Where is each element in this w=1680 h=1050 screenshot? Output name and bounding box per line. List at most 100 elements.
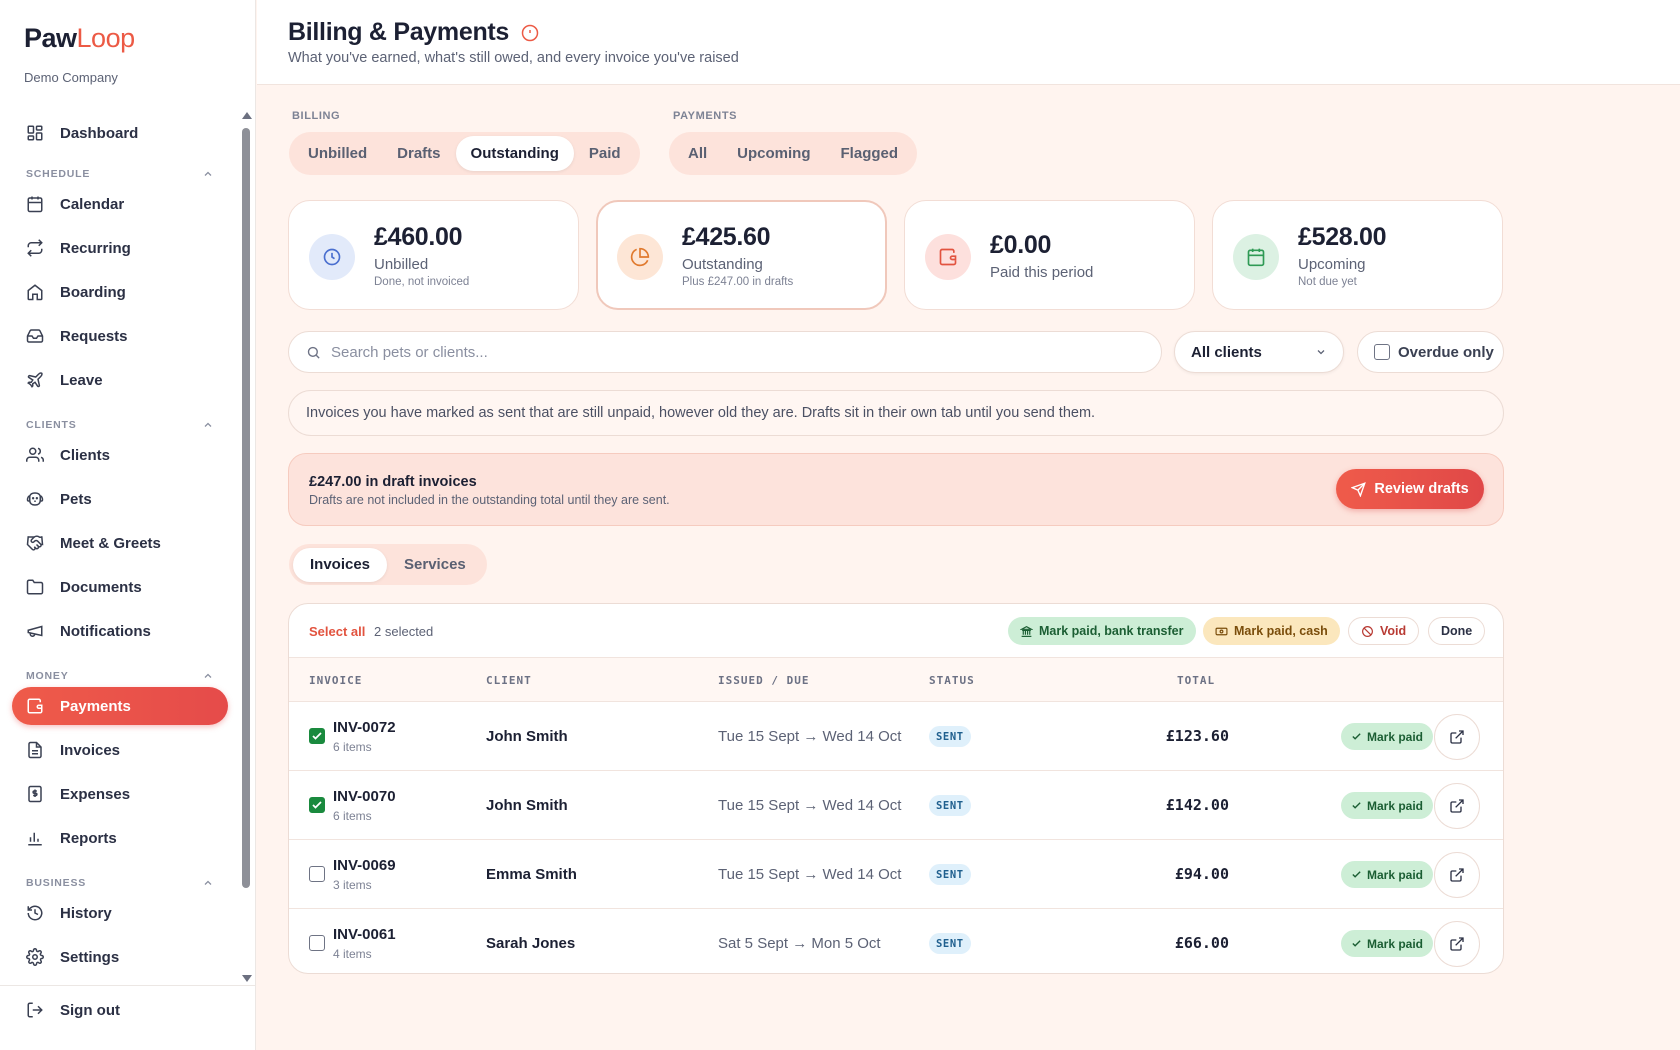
repeat-icon [27,239,43,257]
card-upcoming[interactable]: £528.00 Upcoming Not due yet [1212,200,1503,310]
nav-item-requests[interactable]: Requests [12,317,228,355]
review-drafts-button[interactable]: Review drafts [1336,469,1484,509]
invoice-items: 4 items [333,947,372,961]
brand-logo[interactable]: Paw Loop [24,22,135,54]
sidebar-scrollbar[interactable] [242,112,252,982]
open-invoice-button[interactable] [1434,852,1480,898]
receipt-dollar-icon [28,785,42,803]
search-input[interactable] [331,343,1131,361]
nav-item-settings-label: Settings [60,948,120,966]
info-icon[interactable] [521,24,539,42]
scrollbar-thumb[interactable] [242,128,250,888]
nav-item-documents[interactable]: Documents [12,568,228,606]
invoice-total: £66.00 [1174,934,1229,952]
nav-item-recurring[interactable]: Recurring [12,229,228,267]
mark-paid-cash-button[interactable]: Mark paid, cash [1203,617,1340,645]
table-row[interactable]: INV-0070 6 items John Smith Tue 15 Sept … [289,771,1503,840]
nav-item-expenses[interactable]: Expenses [12,775,228,813]
table-row[interactable]: INV-0072 6 items John Smith Tue 15 Sept … [289,702,1503,771]
invoice-items: 3 items [333,878,372,892]
open-invoice-button[interactable] [1434,714,1480,760]
issued-due-dates: Tue 15 Sept → Wed 14 Oct [718,866,902,883]
issued-due-dates: Sat 5 Sept → Mon 5 Oct [718,935,881,952]
tab-flagged[interactable]: Flagged [826,136,914,171]
scroll-down-arrow[interactable] [242,975,252,982]
gear-icon [26,948,44,966]
invoice-number[interactable]: INV-0072 [333,719,396,736]
mark-paid-button[interactable]: Mark paid [1341,861,1434,888]
brand-name-accent: Loop [76,22,136,53]
client-filter-select[interactable]: All clients [1174,331,1344,373]
open-invoice-button[interactable] [1434,921,1480,967]
section-business[interactable]: BUSINESS [26,877,214,889]
invoice-number[interactable]: INV-0069 [333,857,396,874]
nav-item-payments[interactable]: Payments [12,687,228,725]
bar-chart-icon [28,832,42,846]
row-checkbox[interactable] [309,935,325,951]
nav-item-settings[interactable]: Settings [12,938,228,976]
nav-item-reports[interactable]: Reports [12,819,228,857]
card-outstanding-sub: Plus £247.00 in drafts [682,276,794,288]
column-header-total[interactable]: TOTAL [1177,674,1215,687]
table-row[interactable]: INV-0061 4 items Sarah Jones Sat 5 Sept … [289,909,1503,973]
tab-invoices[interactable]: Invoices [293,547,388,582]
client-name[interactable]: John Smith [486,797,568,814]
nav-item-calendar[interactable]: Calendar [12,185,228,223]
row-checkbox[interactable] [309,797,325,813]
nav-item-boarding[interactable]: Boarding [12,273,228,311]
void-button[interactable]: Void [1348,617,1420,645]
status-badge: SENT [929,864,971,885]
nav-item-notifications[interactable]: Notifications [12,612,228,650]
external-link-icon [1450,730,1464,744]
row-checkbox[interactable] [309,728,325,744]
tab-upcoming[interactable]: Upcoming [722,136,825,171]
row-checkbox[interactable] [309,866,325,882]
scroll-up-arrow[interactable] [242,112,252,119]
done-label: Done [1441,624,1473,638]
column-header-invoice[interactable]: INVOICE [309,674,362,687]
mark-paid-button[interactable]: Mark paid [1341,930,1434,957]
nav-item-invoices[interactable]: Invoices [12,731,228,769]
card-outstanding[interactable]: £425.60 Outstanding Plus £247.00 in draf… [596,200,887,310]
invoice-number[interactable]: INV-0061 [333,926,396,943]
nav-item-history[interactable]: History [12,894,228,932]
tab-unbilled[interactable]: Unbilled [293,136,382,171]
client-name[interactable]: John Smith [486,728,568,745]
mark-paid-bank-transfer-button[interactable]: Mark paid, bank transfer [1008,617,1196,645]
search-box[interactable] [288,331,1162,373]
tab-outstanding[interactable]: Outstanding [455,136,574,171]
column-header-client[interactable]: CLIENT [486,674,532,687]
tab-all[interactable]: All [673,136,722,171]
section-money[interactable]: MONEY [26,670,214,682]
plane-icon [27,372,43,388]
section-clients[interactable]: CLIENTS [26,419,214,431]
search-icon [307,346,320,359]
nav-item-leave[interactable]: Leave [12,361,228,399]
done-button[interactable]: Done [1428,617,1486,645]
card-paid-period[interactable]: £0.00 Paid this period [904,200,1195,310]
client-name[interactable]: Emma Smith [486,866,577,883]
nav-item-clients[interactable]: Clients [12,436,228,474]
mark-paid-button[interactable]: Mark paid [1341,792,1434,819]
nav-item-recurring-label: Recurring [60,239,131,257]
tab-services[interactable]: Services [387,548,483,582]
tab-paid[interactable]: Paid [574,136,636,171]
sign-out-button[interactable]: Sign out [26,1001,120,1019]
overdue-only-checkbox[interactable] [1374,344,1390,360]
select-all-link[interactable]: Select all [309,624,365,639]
nav-item-payments-label: Payments [60,697,131,715]
card-unbilled[interactable]: £460.00 Unbilled Done, not invoiced [288,200,579,310]
tab-drafts[interactable]: Drafts [382,136,455,171]
overdue-only-toggle[interactable]: Overdue only [1357,331,1504,373]
nav-item-meet-greets[interactable]: Meet & Greets [12,524,228,562]
column-header-issued-due[interactable]: ISSUED / DUE [718,674,809,687]
mark-paid-button[interactable]: Mark paid [1341,723,1434,750]
nav-item-dashboard[interactable]: Dashboard [12,114,228,152]
invoice-number[interactable]: INV-0070 [333,788,396,805]
section-schedule[interactable]: SCHEDULE [26,168,214,180]
column-header-status[interactable]: STATUS [929,674,975,687]
table-row[interactable]: INV-0069 3 items Emma Smith Tue 15 Sept … [289,840,1503,909]
client-name[interactable]: Sarah Jones [486,935,575,952]
nav-item-pets[interactable]: Pets [12,480,228,518]
open-invoice-button[interactable] [1434,783,1480,829]
